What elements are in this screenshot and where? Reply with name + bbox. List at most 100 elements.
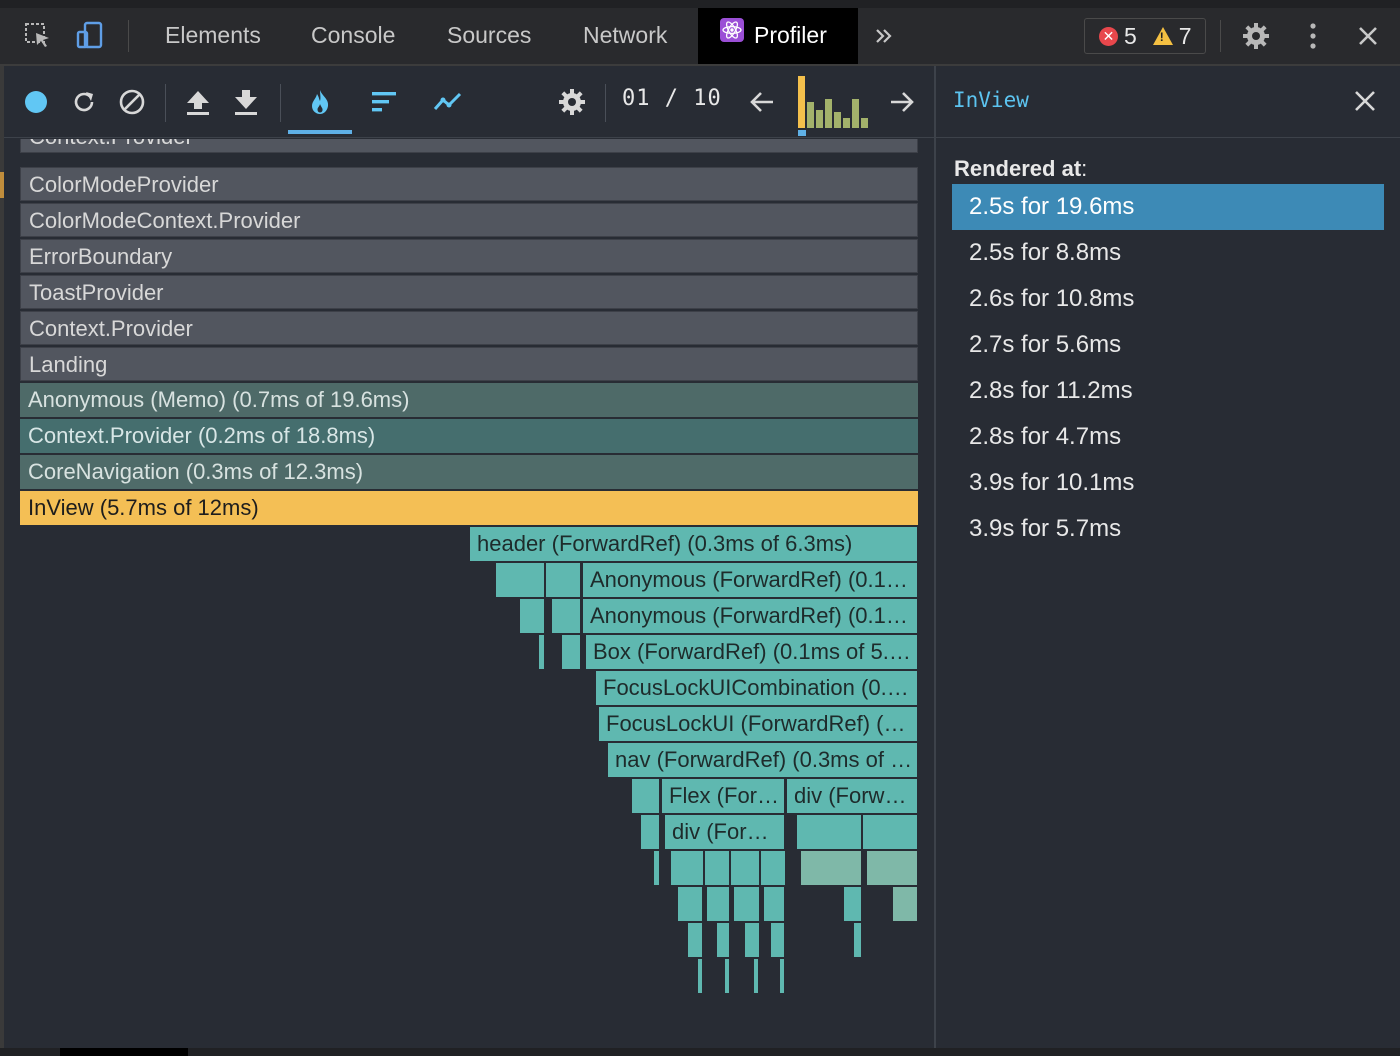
flame-bar[interactable]: Flex (ForwardRef) <box>662 779 784 813</box>
flame-bar[interactable] <box>671 851 703 885</box>
flame-bar[interactable]: nav (ForwardRef) (0.3ms of 5.5ms) <box>608 743 917 777</box>
flame-bar[interactable] <box>654 851 659 885</box>
flame-bar[interactable] <box>863 815 917 849</box>
kebab-menu-icon[interactable] <box>1295 18 1331 54</box>
flame-bar[interactable] <box>745 923 759 957</box>
flame-bar[interactable] <box>764 887 784 921</box>
flame-bar[interactable] <box>731 851 759 885</box>
flame-bar[interactable] <box>698 959 702 993</box>
render-list-item[interactable]: 2.8s for 4.7ms <box>952 414 1384 460</box>
error-icon: ✕ <box>1099 26 1118 46</box>
profiler-settings-gear-icon[interactable] <box>552 82 592 122</box>
render-list-item[interactable]: 2.5s for 8.8ms <box>952 230 1384 276</box>
flame-bar[interactable] <box>632 779 659 813</box>
flame-bar-selected[interactable]: InView (5.7ms of 12ms) <box>20 491 918 525</box>
render-list-item[interactable]: 2.7s for 5.6ms <box>952 322 1384 368</box>
commit-bar[interactable] <box>807 102 814 128</box>
reload-and-profile-button[interactable] <box>64 82 104 122</box>
flame-bar[interactable] <box>801 851 861 885</box>
commit-selector-chart[interactable] <box>794 74 868 136</box>
bottom-scrollbar-thumb[interactable] <box>60 1048 188 1056</box>
flame-bar[interactable] <box>893 887 917 921</box>
commit-bar[interactable] <box>798 76 805 128</box>
commit-bar[interactable] <box>852 99 859 128</box>
flame-bar[interactable] <box>678 887 702 921</box>
tab-network[interactable]: Network <box>561 8 689 64</box>
flame-bar[interactable] <box>520 599 544 633</box>
flame-bar[interactable]: Context.Provider <box>20 311 918 345</box>
flame-bar[interactable] <box>725 959 729 993</box>
flame-bar[interactable] <box>539 635 544 669</box>
tab-console[interactable]: Console <box>289 8 417 64</box>
commit-bar[interactable] <box>861 118 868 128</box>
flame-bar[interactable]: header (ForwardRef) (0.3ms of 6.3ms) <box>470 527 917 561</box>
commit-bar[interactable] <box>825 99 832 128</box>
save-profile-button[interactable] <box>226 82 266 122</box>
render-list-item-selected[interactable]: 2.5s for 19.6ms <box>952 184 1384 230</box>
commit-counter: 01 / 10 <box>622 86 722 111</box>
flame-bar[interactable]: ColorModeProvider <box>20 167 918 201</box>
commit-bar[interactable] <box>834 112 841 128</box>
selected-component-name: InView <box>953 88 1029 112</box>
flame-bar[interactable] <box>734 887 759 921</box>
flame-bar[interactable] <box>707 887 729 921</box>
flame-bar[interactable]: Landing <box>20 347 918 381</box>
flame-bar[interactable]: FocusLockUI (ForwardRef) (0.1ms of 5.6ms… <box>599 707 917 741</box>
load-profile-button[interactable] <box>178 82 218 122</box>
render-list-item[interactable]: 3.9s for 10.1ms <box>952 460 1384 506</box>
flame-bar[interactable]: Context.Provider (0.2ms of 18.8ms) <box>20 419 918 453</box>
flame-bar[interactable]: CoreNavigation (0.3ms of 12.3ms) <box>20 455 918 489</box>
clear-profiling-button[interactable] <box>112 82 152 122</box>
flame-bar[interactable]: Box (ForwardRef) (0.1ms of 5.8ms) <box>586 635 917 669</box>
flame-bar[interactable] <box>754 959 758 993</box>
flame-bar[interactable] <box>797 815 861 849</box>
flame-bar[interactable] <box>641 815 659 849</box>
render-list-item[interactable]: 3.9s for 5.7ms <box>952 506 1384 552</box>
inspect-element-icon[interactable] <box>20 18 56 54</box>
sidebar-header: InView <box>936 66 1400 138</box>
flame-bar[interactable] <box>562 635 580 669</box>
next-commit-button[interactable] <box>882 82 922 122</box>
flame-bar[interactable] <box>771 923 784 957</box>
record-button[interactable] <box>16 82 56 122</box>
ranked-view-icon[interactable] <box>364 82 404 122</box>
previous-commit-button[interactable] <box>742 82 782 122</box>
flame-bar[interactable]: ErrorBoundary <box>20 239 918 273</box>
commit-bar[interactable] <box>816 110 823 128</box>
tab-elements[interactable]: Elements <box>143 8 283 64</box>
flame-bar[interactable] <box>546 563 580 597</box>
flame-bar[interactable]: Context.Provider <box>20 139 918 153</box>
render-list-item[interactable]: 2.8s for 11.2ms <box>952 368 1384 414</box>
flamegraph-view-icon[interactable] <box>300 82 340 122</box>
issues-counter[interactable]: ✕ 5 ! 7 <box>1084 18 1206 54</box>
timeline-view-icon[interactable] <box>428 82 468 122</box>
flame-bar[interactable]: FocusLockUICombination (0.1ms of 5.7ms) <box>596 671 917 705</box>
flame-bar[interactable]: ToastProvider <box>20 275 918 309</box>
commit-bar[interactable] <box>843 118 850 128</box>
flame-bar[interactable] <box>717 923 729 957</box>
render-list-item[interactable]: 2.6s for 10.8ms <box>952 276 1384 322</box>
flame-bar[interactable]: Anonymous (ForwardRef) (0.1ms of 6ms) <box>583 563 917 597</box>
tab-profiler[interactable]: Profiler <box>698 8 858 64</box>
flame-bar[interactable] <box>552 599 580 633</box>
flame-bar[interactable] <box>844 887 861 921</box>
flame-bar[interactable] <box>854 923 861 957</box>
flame-bar[interactable] <box>705 851 729 885</box>
flame-bar[interactable]: Anonymous (Memo) (0.7ms of 19.6ms) <box>20 383 918 417</box>
flame-bar[interactable] <box>780 959 784 993</box>
flame-bar[interactable]: ColorModeContext.Provider <box>20 203 918 237</box>
tab-sources[interactable]: Sources <box>425 8 553 64</box>
flame-bar[interactable]: div (ForwardRef) <box>787 779 917 813</box>
gear-icon[interactable] <box>1238 18 1274 54</box>
close-sidebar-icon[interactable] <box>1352 88 1378 114</box>
flame-bar[interactable] <box>496 563 544 597</box>
flame-bar[interactable] <box>761 851 785 885</box>
flame-bar[interactable] <box>867 851 917 885</box>
flame-bar[interactable]: Anonymous (ForwardRef) (0.1ms of 5.9ms) <box>583 599 917 633</box>
flame-bar[interactable] <box>688 923 702 957</box>
chevrons-right-icon[interactable] <box>866 18 902 54</box>
device-toolbar-icon[interactable] <box>72 18 108 54</box>
flame-bar[interactable]: div (ForwardRef) <box>665 815 784 849</box>
close-icon[interactable] <box>1350 18 1386 54</box>
flamegraph-chart: Context.Provider ColorModeProvider Color… <box>4 139 934 1049</box>
